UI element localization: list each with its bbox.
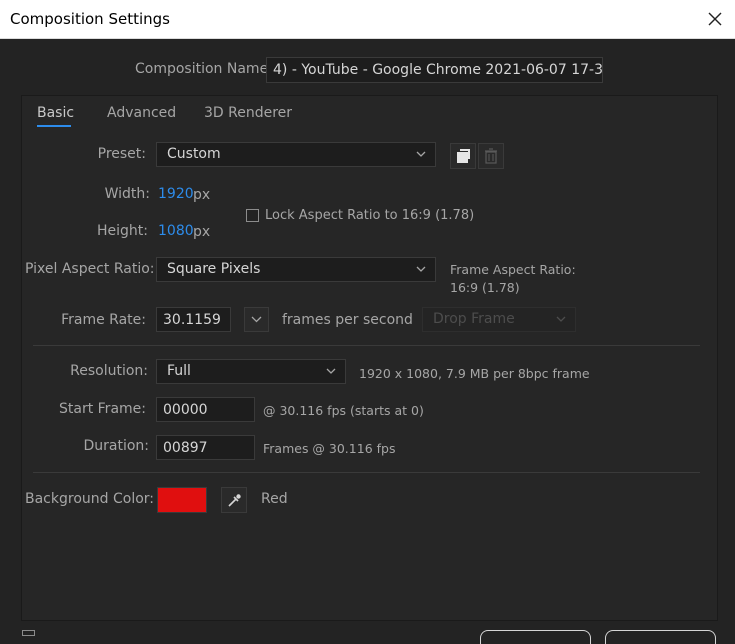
duration-input[interactable]: 00897 — [156, 435, 255, 460]
active-tab-indicator — [37, 125, 71, 127]
chevron-down-icon — [251, 316, 262, 323]
tab-basic[interactable]: Basic — [37, 105, 74, 121]
cancel-button[interactable] — [605, 630, 716, 644]
width-label: Width: — [104, 186, 150, 202]
background-color-name: Red — [261, 491, 288, 507]
pixel-aspect-value: Square Pixels — [167, 261, 261, 277]
trash-icon — [485, 148, 497, 164]
lock-aspect-checkbox[interactable] — [246, 209, 259, 222]
start-frame-input[interactable]: 00000 — [156, 397, 255, 422]
pixel-aspect-dropdown[interactable]: Square Pixels — [156, 257, 436, 282]
width-unit: px — [193, 187, 211, 203]
save-preset-button[interactable] — [450, 143, 476, 169]
chevron-down-icon — [416, 266, 426, 272]
frame-aspect-value: 16:9 (1.78) — [450, 280, 520, 295]
preview-checkbox[interactable] — [22, 630, 35, 636]
frame-aspect-label: Frame Aspect Ratio: — [450, 262, 576, 277]
background-color-label: Background Color: — [25, 491, 154, 507]
eyedropper-icon — [228, 494, 241, 507]
frame-rate-presets-button[interactable] — [244, 307, 269, 332]
frame-rate-input[interactable]: 30.1159 — [156, 307, 231, 332]
section-divider — [33, 472, 700, 473]
chevron-down-icon — [326, 368, 336, 374]
height-label: Height: — [97, 223, 148, 239]
frame-rate-unit: frames per second — [282, 312, 413, 328]
lock-aspect-label: Lock Aspect Ratio to 16:9 (1.78) — [265, 208, 475, 223]
section-divider — [33, 345, 700, 346]
delete-preset-button[interactable] — [478, 143, 504, 169]
drop-frame-value: Drop Frame — [433, 311, 515, 327]
chevron-down-icon — [416, 151, 426, 157]
composition-name-input[interactable]: 4) - YouTube - Google Chrome 2021-06-07 … — [266, 57, 603, 83]
height-value[interactable]: 1080 — [158, 223, 194, 239]
tab-advanced[interactable]: Advanced — [107, 105, 176, 121]
chevron-down-icon — [556, 316, 566, 322]
settings-panel — [21, 95, 718, 621]
resolution-value: Full — [167, 363, 191, 379]
duration-info: Frames @ 30.116 fps — [263, 441, 396, 456]
preset-label: Preset: — [97, 146, 146, 162]
resolution-info: 1920 x 1080, 7.9 MB per 8bpc frame — [359, 366, 590, 381]
close-button[interactable] — [700, 4, 730, 34]
eyedropper-button[interactable] — [221, 487, 247, 513]
resolution-dropdown[interactable]: Full — [156, 359, 346, 384]
resolution-label: Resolution: — [70, 363, 148, 379]
close-icon — [708, 12, 722, 26]
window-title: Composition Settings — [10, 10, 170, 28]
width-value[interactable]: 1920 — [158, 186, 194, 202]
save-preset-icon — [457, 149, 470, 163]
duration-label: Duration: — [83, 438, 149, 454]
preset-value: Custom — [167, 146, 221, 162]
start-frame-info: @ 30.116 fps (starts at 0) — [263, 403, 424, 418]
drop-frame-dropdown[interactable]: Drop Frame — [422, 307, 576, 332]
background-color-swatch[interactable] — [157, 487, 207, 513]
tab-3d-renderer[interactable]: 3D Renderer — [204, 105, 292, 121]
preset-dropdown[interactable]: Custom — [156, 142, 436, 167]
ok-button[interactable] — [480, 630, 591, 644]
frame-rate-label: Frame Rate: — [61, 312, 146, 328]
pixel-aspect-label: Pixel Aspect Ratio: — [25, 261, 155, 277]
composition-name-label: Composition Name: — [135, 61, 273, 77]
height-unit: px — [193, 224, 211, 240]
start-frame-label: Start Frame: — [59, 401, 146, 417]
